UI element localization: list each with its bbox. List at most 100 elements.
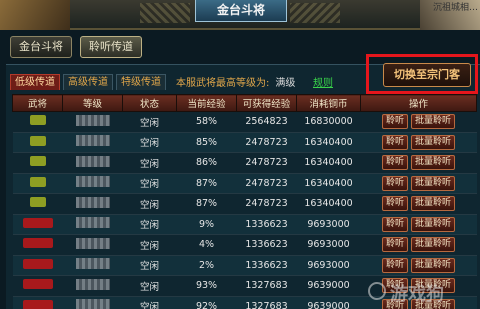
current-exp-cell: 9% [176,214,237,235]
status-cell: 空闲 [122,255,177,276]
listen-button[interactable]: 聆听 [381,196,408,212]
level-redacted [75,237,110,249]
current-exp-cell: 4% [176,234,237,256]
ornament-right [290,3,340,23]
batch-listen-button[interactable]: 批量聆听 [411,196,456,212]
batch-listen-button[interactable]: 批量聆听 [411,155,456,171]
general-cell [12,275,63,297]
status-cell: 空闲 [122,152,177,174]
batch-listen-button[interactable]: 批量聆听 [411,175,456,191]
watermark: 游戏狗 [390,284,444,305]
ornament-left [140,3,190,23]
listen-button[interactable]: 聆听 [381,216,408,232]
general-cell [12,173,63,194]
level-redacted [75,155,110,167]
actions-cell: 聆听 批量聆听 [360,173,477,194]
current-exp-cell: 85% [176,132,237,153]
level-cell [62,296,123,309]
status-cell: 空闲 [122,296,177,309]
actions-cell: 聆听 批量聆听 [360,152,477,174]
table-row[interactable]: 空闲 87% 2478723 16340400 聆听 批量聆听 [12,193,477,215]
batch-listen-button[interactable]: 批量聆听 [411,134,456,150]
status-cell: 空闲 [122,234,177,256]
tab-low-level[interactable]: 低级传道 [10,74,60,90]
general-name-redacted [29,135,46,146]
table-row[interactable]: 空闲 85% 2478723 16340400 聆听 批量聆听 [12,132,477,153]
level-cell [62,152,123,174]
table-row[interactable]: 空闲 2% 1336623 9693000 聆听 批量聆听 [12,255,477,276]
col-header-general: 武将 [12,94,63,112]
current-exp-cell: 87% [176,193,237,215]
gain-exp-cell: 1336623 [236,255,297,276]
gain-exp-cell: 2478723 [236,132,297,153]
table-row[interactable]: 空闲 4% 1336623 9693000 聆听 批量聆听 [12,234,477,256]
table-row[interactable]: 空闲 9% 1336623 9693000 聆听 批量聆听 [12,214,477,235]
level-redacted [75,114,110,126]
listen-button[interactable]: 聆听 [381,175,408,191]
cost-cell: 9693000 [296,255,361,276]
table-row[interactable]: 空闲 86% 2478723 16340400 聆听 批量聆听 [12,152,477,174]
level-cell [62,255,123,276]
actions-cell: 聆听 批量聆听 [360,234,477,256]
max-level-label: 本服武将最高等级为: [176,78,270,89]
cost-cell: 16830000 [296,111,361,133]
level-cell [62,214,123,235]
level-cell [62,275,123,297]
general-cell [12,234,63,256]
batch-listen-button[interactable]: 批量聆听 [411,237,456,253]
background-scene-left [0,0,70,30]
level-cell [62,132,123,153]
listen-button[interactable]: 聆听 [381,155,408,171]
tab-listen-teaching[interactable]: 聆听传道 [80,36,142,58]
general-name-redacted [22,217,53,228]
level-cell [62,234,123,256]
level-cell [62,193,123,215]
current-exp-cell: 2% [176,255,237,276]
general-name-redacted [22,238,53,249]
tab-special-level[interactable]: 特级传道 [116,74,166,90]
status-cell: 空闲 [122,193,177,215]
generals-table: 武将 等级 状态 当前经验 可获得经验 消耗铜币 操作 空闲 58% 2564823… [12,94,477,309]
general-cell [12,255,63,276]
max-level-info: 本服武将最高等级为: 满级 [176,74,295,89]
general-cell [12,111,63,133]
status-cell: 空闲 [122,111,177,133]
tab-golden-arena[interactable]: 金台斗将 [10,36,72,58]
table-row[interactable]: 空闲 58% 2564823 16830000 聆听 批量聆听 [12,111,477,133]
level-cell [62,111,123,133]
listen-button[interactable]: 聆听 [381,134,408,150]
table-row[interactable]: 空闲 87% 2478723 16340400 聆听 批量聆听 [12,173,477,194]
actions-cell: 聆听 批量聆听 [360,132,477,153]
gain-exp-cell: 1336623 [236,234,297,256]
status-cell: 空闲 [122,132,177,153]
cost-cell: 16340400 [296,173,361,194]
level-redacted [75,196,110,208]
col-header-level: 等级 [62,94,123,112]
general-name-redacted [22,279,53,290]
tab-high-level[interactable]: 高级传道 [63,74,113,90]
batch-listen-button[interactable]: 批量聆听 [411,216,456,232]
window-title: 金台斗将 [195,0,287,22]
cost-cell: 9639000 [296,275,361,297]
col-header-current-exp: 当前经验 [176,94,237,112]
actions-cell: 聆听 批量聆听 [360,214,477,235]
col-header-status: 状态 [122,94,177,112]
listen-button[interactable]: 聆听 [381,114,408,130]
general-name-redacted [29,176,46,187]
rules-link[interactable]: 规则 [313,74,333,89]
level-redacted [75,299,110,309]
listen-button[interactable]: 聆听 [381,237,408,253]
col-header-actions: 操作 [360,94,477,112]
batch-listen-button[interactable]: 批量聆听 [411,114,456,130]
listen-button[interactable]: 聆听 [381,257,408,273]
cost-cell: 9693000 [296,214,361,235]
current-exp-cell: 93% [176,275,237,297]
level-redacted [75,135,110,147]
cost-cell: 16340400 [296,152,361,174]
level-cell [62,173,123,194]
level-redacted [75,176,110,188]
general-cell [12,193,63,215]
general-cell [12,296,63,309]
current-exp-cell: 92% [176,296,237,309]
batch-listen-button[interactable]: 批量聆听 [411,257,456,273]
